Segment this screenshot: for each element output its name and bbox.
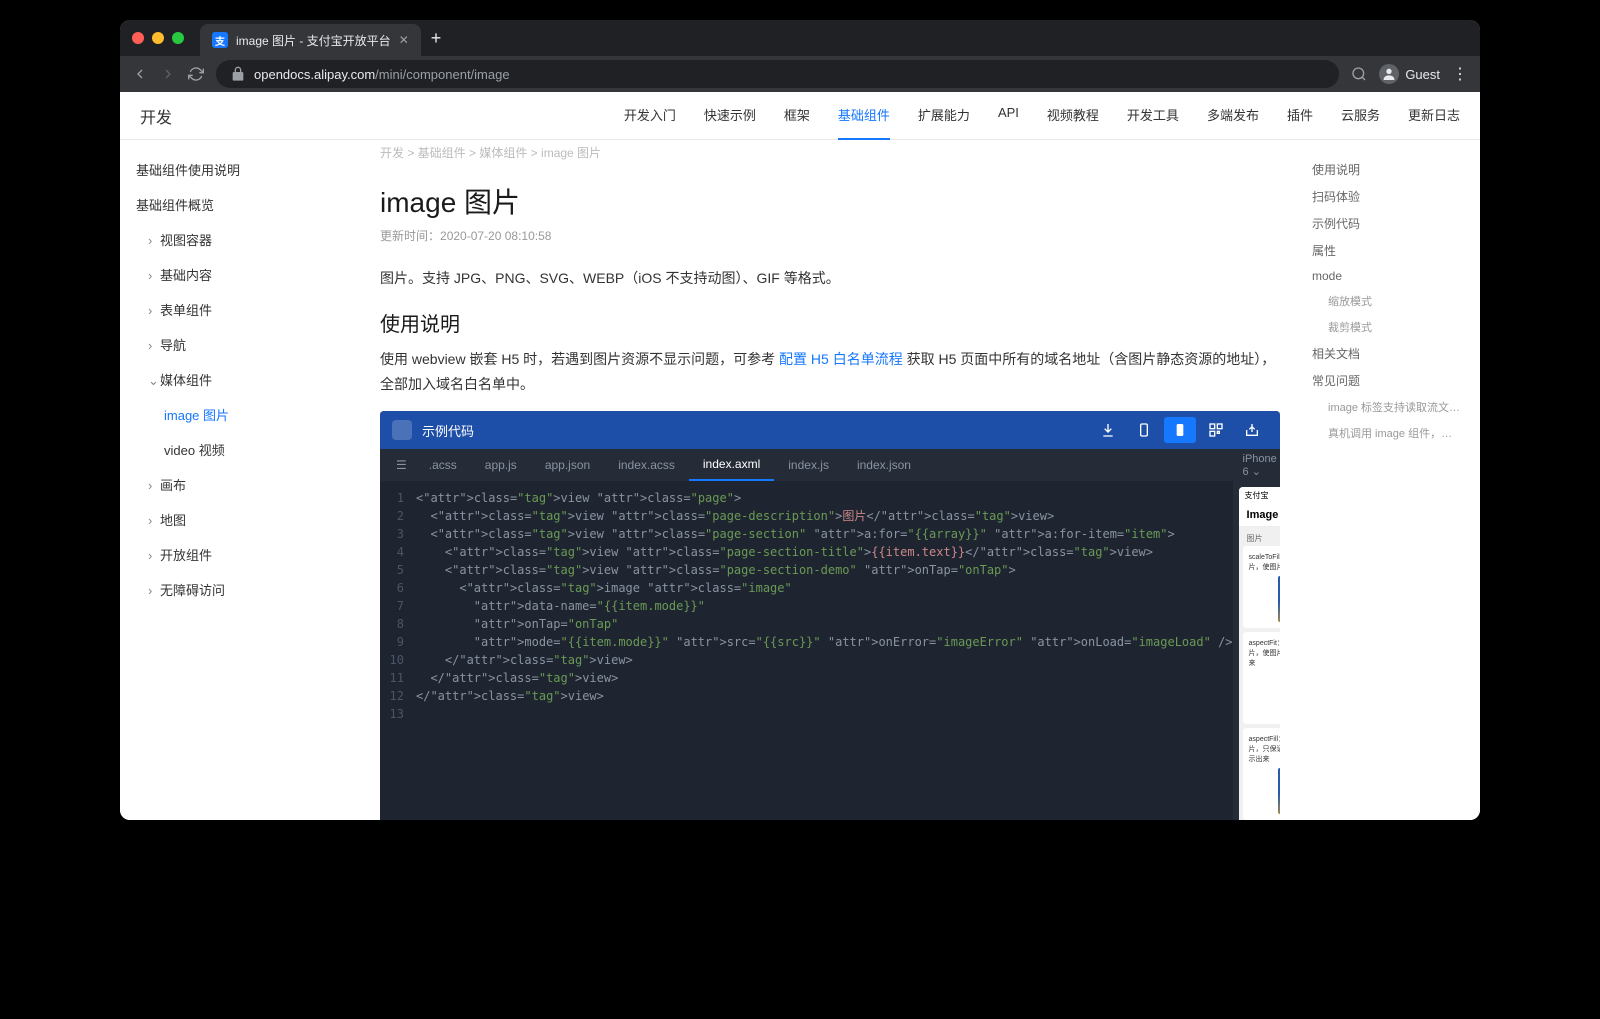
profile-label: Guest [1405,67,1440,82]
sidebar-item[interactable]: 基础内容 [120,257,360,292]
file-tab[interactable]: app.js [471,449,531,481]
phone-outline-button[interactable] [1128,417,1160,443]
toc-item[interactable]: 真机调用 image 组件，… [1312,420,1468,446]
nav-item-2[interactable]: 框架 [784,92,810,140]
table-of-contents: 使用说明扫码体验示例代码属性mode缩放模式裁剪模式相关文档常见问题image … [1300,140,1480,820]
toc-item[interactable]: 扫码体验 [1312,183,1468,210]
preview-nav-title: Image [1247,509,1279,521]
phone-preview-button[interactable] [1164,417,1196,443]
ide-logo-icon [392,420,412,440]
close-tab-icon[interactable]: ✕ [399,33,409,47]
toc-item[interactable]: 示例代码 [1312,210,1468,237]
preview-section-label: 图片 [1243,531,1280,546]
sidebar-item[interactable]: 导航 [120,327,360,362]
updated-time: 更新时间：2020-07-20 08:10:58 [380,227,1280,244]
nav-item-10[interactable]: 云服务 [1341,92,1380,140]
window-controls[interactable] [128,32,192,44]
sidebar-item[interactable]: 无障碍访问 [120,572,360,607]
code-example-ide: 示例代码 ☰ .acssapp.j [380,411,1280,820]
preview-card: aspectFit：保持纵横比缩放图片，使图片的长边能完全显示出来 [1243,632,1280,724]
page-title: image 图片 [380,181,1280,221]
toc-item[interactable]: 相关文档 [1312,340,1468,367]
address-bar[interactable]: opendocs.alipay.com/mini/component/image [216,60,1339,88]
sidebar-item[interactable]: 视图容器 [120,222,360,257]
sidebar-item[interactable]: 基础组件使用说明 [120,152,360,187]
toc-item[interactable]: 使用说明 [1312,156,1468,183]
device-preview: 支付宝 14:57 100% Image ⋯ ⊙ [1239,487,1280,820]
code-editor[interactable]: 1<"attr">class="tag">view "attr">class="… [380,481,1233,820]
sidebar-item[interactable]: 画布 [120,467,360,502]
ide-title: 示例代码 [422,421,1092,440]
file-tab[interactable]: index.acss [604,449,689,481]
avatar-icon [1379,64,1399,84]
maximize-window-icon[interactable] [172,32,184,44]
url-path: /mini/component/image [375,67,509,82]
sidebar-item[interactable]: 地图 [120,502,360,537]
sidebar-item[interactable]: 开放组件 [120,537,360,572]
nav-item-5[interactable]: API [998,92,1019,140]
file-tab[interactable]: .acss [415,449,471,481]
toc-item[interactable]: 属性 [1312,237,1468,264]
toc-item[interactable]: 常见问题 [1312,367,1468,394]
minimize-window-icon[interactable] [152,32,164,44]
search-icon[interactable] [1351,66,1367,82]
brand-label: 开发 [140,104,172,128]
usage-paragraph: 使用 webview 嵌套 H5 时，若遇到图片资源不显示问题，可参考 配置 H… [380,347,1280,397]
description: 图片。支持 JPG、PNG、SVG、WEBP（iOS 不支持动图）、GIF 等格… [380,268,1280,288]
qrcode-button[interactable] [1200,417,1232,443]
browser-menu-button[interactable]: ⋮ [1452,64,1468,84]
nav-item-9[interactable]: 插件 [1287,92,1313,140]
sidebar-subitem[interactable]: video 视频 [120,432,360,467]
preview-image [1278,768,1280,814]
nav-item-8[interactable]: 多端发布 [1207,92,1259,140]
new-tab-button[interactable]: + [431,28,442,49]
browser-tab[interactable]: 支 image 图片 - 支付宝开放平台 ✕ [200,24,421,56]
forward-button[interactable] [160,66,176,82]
toc-item[interactable]: 缩放模式 [1312,288,1468,314]
top-navigation: 开发 开发入门快速示例框架基础组件扩展能力 API 视频教程开发工具多端发布插件云服… [120,92,1480,140]
sidebar-item[interactable]: 媒体组件 [120,362,360,397]
file-menu-icon[interactable]: ☰ [388,458,415,472]
nav-item-4[interactable]: 扩展能力 [918,92,970,140]
url-domain: opendocs.alipay.com [254,67,375,82]
section-usage-title: 使用说明 [380,308,1280,337]
lock-icon [230,66,246,82]
file-tab[interactable]: index.json [843,449,925,481]
file-tab[interactable]: index.js [774,449,843,481]
close-window-icon[interactable] [132,32,144,44]
back-button[interactable] [132,66,148,82]
toc-item[interactable]: image 标签支持读取流文… [1312,394,1468,420]
preview-image [1278,576,1280,622]
sidebar-item[interactable]: 表单组件 [120,292,360,327]
file-tab[interactable]: index.axml [689,449,774,481]
preview-card: scaleToFill：不保持纵横比缩放图片，使图片完全适应 [1243,546,1280,628]
preview-card: aspectFill：保持纵横比缩放图片，只保证图片的短边能完全显示出来 [1243,728,1280,820]
nav-item-1[interactable]: 快速示例 [704,92,756,140]
favicon-icon: 支 [212,32,228,48]
profile-button[interactable]: Guest [1379,64,1440,84]
nav-item-11[interactable]: 更新日志 [1408,92,1460,140]
nav-item-0[interactable]: 开发入门 [624,92,676,140]
breadcrumb: 开发 > 基础组件 > 媒体组件 > image 图片 [380,140,1280,165]
sidebar: 基础组件使用说明基础组件概览视图容器基础内容表单组件导航媒体组件image 图片… [120,140,360,820]
whitelist-link[interactable]: 配置 H5 白名单流程 [779,351,903,367]
download-button[interactable] [1092,417,1124,443]
share-button[interactable] [1236,417,1268,443]
toc-item[interactable]: mode [1312,264,1468,288]
nav-item-7[interactable]: 开发工具 [1127,92,1179,140]
nav-item-6[interactable]: 视频教程 [1047,92,1099,140]
reload-button[interactable] [188,66,204,82]
sidebar-subitem[interactable]: image 图片 [120,397,360,432]
main-content: 开发 > 基础组件 > 媒体组件 > image 图片 image 图片 更新时… [360,140,1300,820]
sidebar-item[interactable]: 基础组件概览 [120,187,360,222]
tab-title: image 图片 - 支付宝开放平台 [236,32,391,49]
preview-carrier: 支付宝 [1245,490,1269,501]
file-tab[interactable]: app.json [531,449,604,481]
toc-item[interactable]: 裁剪模式 [1312,314,1468,340]
nav-item-3[interactable]: 基础组件 [838,92,890,140]
device-selector[interactable]: iPhone 6 ⌄ [1243,453,1277,478]
